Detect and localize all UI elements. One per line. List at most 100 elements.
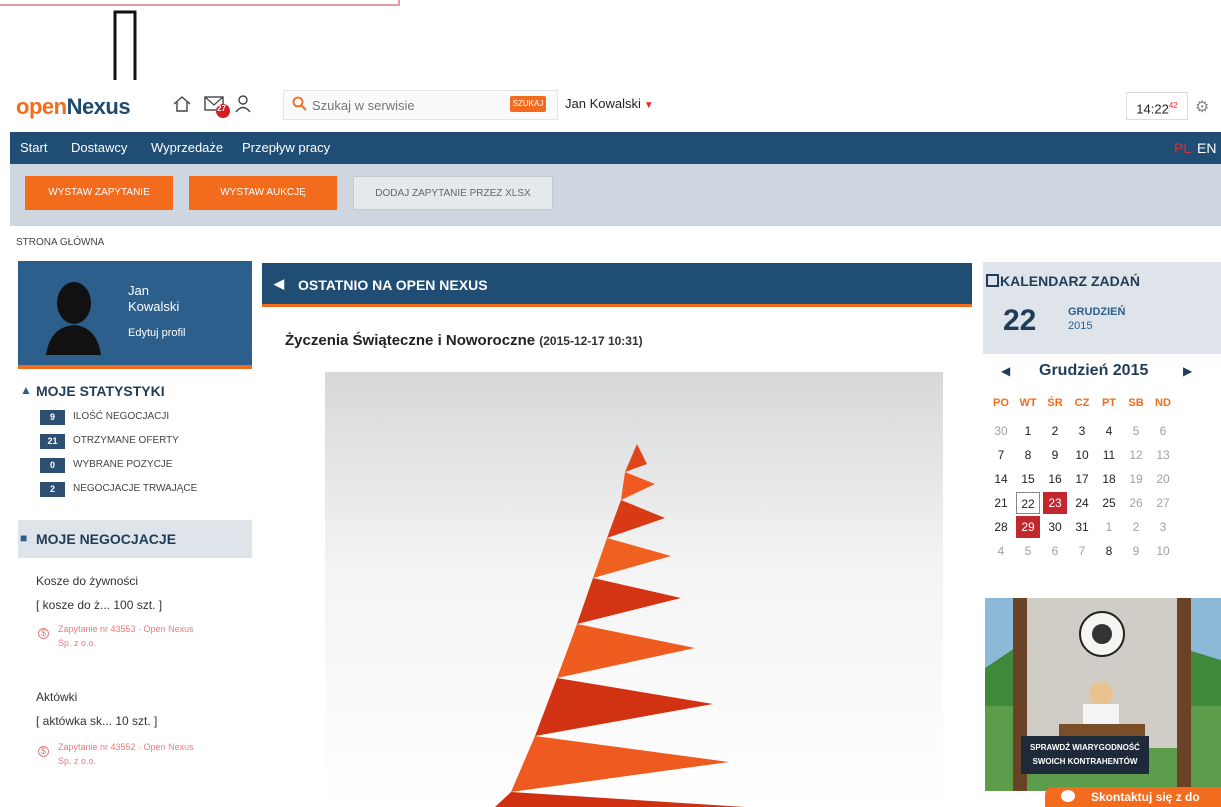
- calendar-day[interactable]: 10: [1070, 444, 1094, 466]
- christmas-tree-image[interactable]: [325, 372, 943, 807]
- calendar-day[interactable]: 9: [1124, 540, 1148, 562]
- negotiations-heading: ■ MOJE NEGOCJACJE: [18, 520, 252, 558]
- search-input[interactable]: [312, 95, 492, 115]
- stat-label: OTRZYMANE OFERTY: [73, 435, 179, 446]
- calendar-day[interactable]: 8: [1016, 444, 1040, 466]
- calendar-widget: KALENDARZ ZADAŃ 22 GRUDZIEŃ 2015: [983, 262, 1221, 354]
- calendar-day[interactable]: 1: [1097, 516, 1121, 538]
- calendar-day[interactable]: 30: [989, 420, 1013, 442]
- user-icon[interactable]: [233, 94, 255, 116]
- calendar-day[interactable]: 3: [1070, 420, 1094, 442]
- calendar-day[interactable]: 21: [989, 492, 1013, 514]
- lang-en[interactable]: EN: [1197, 140, 1216, 156]
- inquiry-icon: $: [38, 628, 49, 639]
- logo[interactable]: openNexus: [16, 94, 131, 120]
- clock-time: 14:22: [1136, 101, 1169, 117]
- calendar-day[interactable]: 7: [989, 444, 1013, 466]
- calendar-weekday: PO: [993, 397, 1009, 409]
- user-name: Jan Kowalski: [565, 96, 641, 111]
- calendar-day[interactable]: 18: [1097, 468, 1121, 490]
- calendar-day[interactable]: 20: [1151, 468, 1175, 490]
- calendar-day[interactable]: 6: [1043, 540, 1067, 562]
- calendar-weekday: SB: [1128, 397, 1144, 409]
- trust-ad-banner[interactable]: SPRAWDŹ WIARYGODNOŚĆ SWOICH KONTRAHENTÓW: [985, 598, 1221, 791]
- calendar-day[interactable]: 3: [1151, 516, 1175, 538]
- negotiation-link[interactable]: Zapytanie nr 43553 · Open Nexus Sp. z o.o…: [58, 622, 238, 650]
- calendar-day[interactable]: 23: [1043, 492, 1067, 514]
- news-heading: ◀ OSTATNIO NA OPEN NEXUS: [262, 263, 972, 307]
- main-nav: Start Dostawcy Wyprzedaże Przepływ pracy…: [10, 132, 1221, 164]
- settings-icon[interactable]: ⚙: [1195, 97, 1209, 117]
- stat-label: ILOŚĆ NEGOCJACJI: [73, 411, 170, 422]
- messages-icon[interactable]: 27: [203, 94, 230, 118]
- calendar-day[interactable]: 24: [1070, 492, 1094, 514]
- calendar-day[interactable]: 6: [1151, 420, 1175, 442]
- calendar-day[interactable]: 11: [1097, 444, 1121, 466]
- stat-value: 2: [40, 482, 65, 497]
- user-menu[interactable]: Jan Kowalski ▼: [565, 96, 654, 111]
- create-inquiry-button[interactable]: WYSTAW ZAPYTANIE: [25, 176, 173, 210]
- calendar-day[interactable]: 26: [1124, 492, 1148, 514]
- calendar-day[interactable]: 31: [1070, 516, 1094, 538]
- calendar-day[interactable]: 10: [1151, 540, 1175, 562]
- contact-button[interactable]: Skontaktuj się z do: [1045, 787, 1221, 807]
- calendar-day[interactable]: 4: [989, 540, 1013, 562]
- nav-item-suppliers[interactable]: Dostawcy: [71, 140, 127, 155]
- calendar-day[interactable]: 12: [1124, 444, 1148, 466]
- calendar-day[interactable]: 9: [1043, 444, 1067, 466]
- calendar-day[interactable]: 7: [1070, 540, 1094, 562]
- calendar-day[interactable]: 2: [1043, 420, 1067, 442]
- next-month-icon[interactable]: ▶: [1183, 364, 1192, 378]
- calendar-day[interactable]: 5: [1016, 540, 1040, 562]
- calendar-day[interactable]: 14: [989, 468, 1013, 490]
- calendar-day[interactable]: 29: [1016, 516, 1040, 538]
- calendar-day[interactable]: 2: [1124, 516, 1148, 538]
- calendar-day[interactable]: 1: [1016, 420, 1040, 442]
- calendar-today-year: 2015: [1068, 320, 1093, 332]
- calendar-day[interactable]: 15: [1016, 468, 1040, 490]
- calendar-weekday: WT: [1019, 397, 1037, 409]
- add-xlsx-button[interactable]: DODAJ ZAPYTANIE PRZEZ XLSX: [353, 176, 553, 210]
- calendar-day[interactable]: 8: [1097, 540, 1121, 562]
- calendar-day[interactable]: 27: [1151, 492, 1175, 514]
- profile-card: Jan Kowalski Edytuj profil: [18, 261, 252, 369]
- nav-item-sales[interactable]: Wyprzedaże: [151, 140, 223, 155]
- calendar-day[interactable]: 17: [1070, 468, 1094, 490]
- news-title[interactable]: Życzenia Świąteczne i Noworoczne (2015-1…: [285, 332, 643, 349]
- calendar-day[interactable]: 28: [989, 516, 1013, 538]
- chat-icon: [1061, 790, 1075, 802]
- calendar-day[interactable]: 22: [1016, 492, 1040, 514]
- lang-pl[interactable]: PL: [1174, 140, 1191, 156]
- negotiation-link[interactable]: Zapytanie nr 43552 · Open Nexus Sp. z o.o…: [58, 740, 238, 768]
- stat-label: WYBRANE POZYCJE: [73, 459, 173, 470]
- stat-value: 9: [40, 410, 65, 425]
- prev-month-icon[interactable]: ◀: [1001, 364, 1010, 378]
- calendar-day[interactable]: 4: [1097, 420, 1121, 442]
- nav-item-start[interactable]: Start: [20, 140, 47, 155]
- stat-value: 0: [40, 458, 65, 473]
- calendar-day[interactable]: 30: [1043, 516, 1067, 538]
- home-icon[interactable]: [172, 94, 194, 116]
- clock: 14:2242: [1126, 92, 1188, 120]
- negotiation-title[interactable]: Aktówki: [36, 690, 77, 704]
- search-bar: SZUKAJ: [283, 90, 558, 120]
- search-icon: [292, 96, 308, 117]
- calendar-day[interactable]: 5: [1124, 420, 1148, 442]
- calendar-weekday: CZ: [1074, 397, 1090, 409]
- edit-profile-link[interactable]: Edytuj profil: [128, 327, 185, 339]
- negotiation-title[interactable]: Kosze do żywności: [36, 574, 138, 588]
- calendar-day[interactable]: 25: [1097, 492, 1121, 514]
- calendar-day[interactable]: 19: [1124, 468, 1148, 490]
- calendar-nav: ◀ Grudzień 2015 ▶: [983, 360, 1221, 384]
- negotiation-detail: [ kosze do ż... 100 szt. ]: [36, 598, 163, 612]
- breadcrumb[interactable]: STRONA GŁÓWNA: [16, 237, 104, 248]
- create-auction-button[interactable]: WYSTAW AUKCJĘ: [189, 176, 337, 210]
- messages-badge: 27: [217, 104, 226, 113]
- clock-seconds: 42: [1168, 101, 1178, 110]
- calendar-day[interactable]: 13: [1151, 444, 1175, 466]
- inquiry-icon: $: [38, 746, 49, 757]
- search-button[interactable]: SZUKAJ: [510, 96, 546, 112]
- calendar-today-month: GRUDZIEŃ: [1068, 306, 1126, 318]
- calendar-day[interactable]: 16: [1043, 468, 1067, 490]
- nav-item-workflow[interactable]: Przepływ pracy: [242, 140, 330, 155]
